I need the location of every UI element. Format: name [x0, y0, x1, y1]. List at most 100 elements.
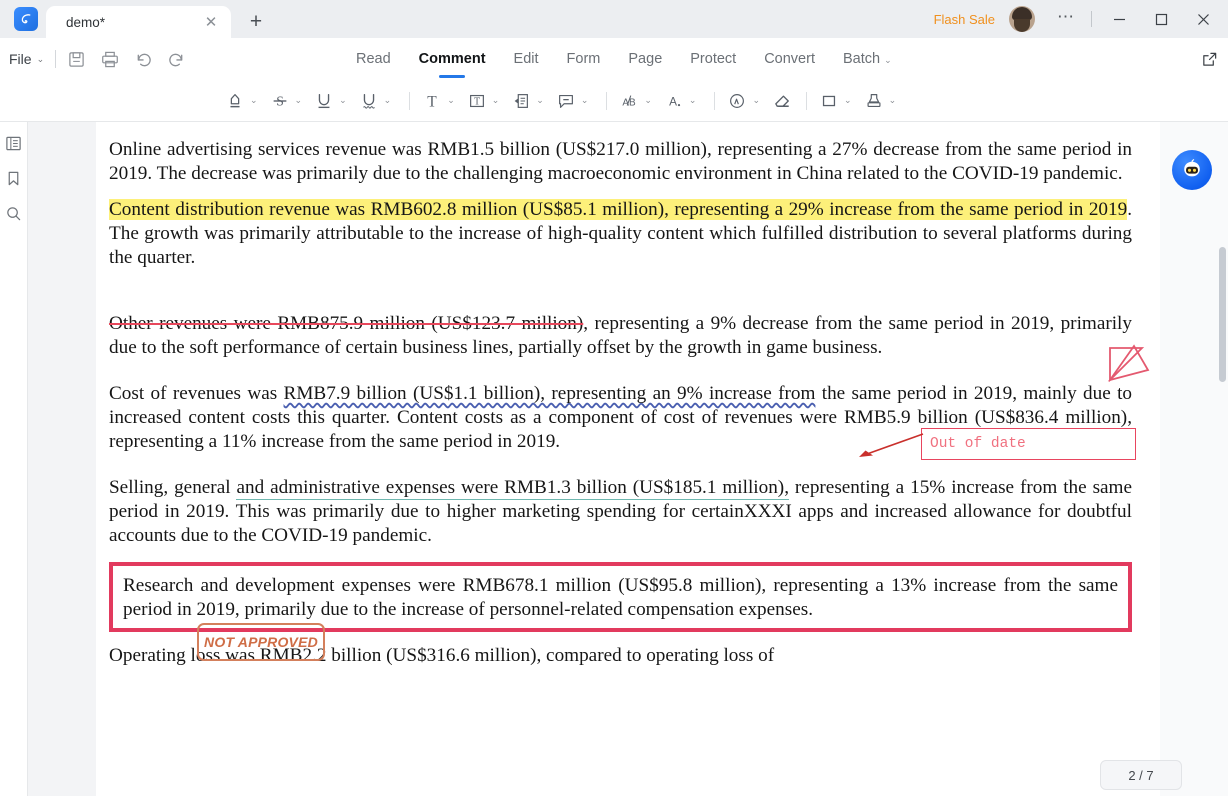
comment-tool[interactable]: ⌄ — [553, 86, 596, 116]
chevron-down-icon: ⌄ — [536, 95, 544, 105]
chevron-down-icon: ⌄ — [884, 55, 892, 65]
vertical-scrollbar[interactable] — [1219, 247, 1226, 382]
text-run: Online advertising services revenue was … — [109, 139, 1132, 184]
highlighted-text-annotation[interactable]: Content distribution revenue was RMB602.… — [109, 199, 1128, 220]
insert-text-tool[interactable]: A ⌄ — [661, 86, 704, 116]
quick-access-toolbar — [68, 51, 185, 68]
highlight-icon — [222, 88, 248, 114]
eraser-tool[interactable] — [769, 86, 795, 116]
undo-icon[interactable] — [135, 51, 152, 68]
chevron-down-icon: ⌄ — [580, 95, 589, 105]
chevron-down-icon: ⌄ — [250, 95, 258, 105]
svg-text:A: A — [669, 94, 677, 108]
minimize-button[interactable] — [1098, 0, 1140, 38]
print-icon[interactable] — [101, 51, 119, 68]
tab-page[interactable]: Page — [614, 51, 676, 67]
document-tab[interactable]: demo* ✕ — [46, 6, 231, 38]
svg-text:T: T — [474, 96, 480, 107]
divider — [1091, 11, 1092, 27]
bookmark-icon[interactable] — [5, 170, 22, 187]
stamp-tool[interactable]: ⌄ — [861, 86, 904, 116]
right-sidebar — [1160, 122, 1228, 796]
tab-read[interactable]: Read — [342, 51, 405, 67]
tab-comment[interactable]: Comment — [405, 51, 500, 67]
paragraph-online-advertising: Online advertising services revenue was … — [109, 138, 1132, 186]
tab-batch-label: Batch — [842, 51, 881, 67]
page-gutter-left — [28, 122, 96, 796]
strikethrough-icon: S — [267, 88, 293, 114]
ai-assistant-icon[interactable] — [1172, 150, 1212, 190]
paragraph-research-development: Research and development expenses were R… — [123, 575, 1118, 620]
tab-edit[interactable]: Edit — [500, 51, 553, 67]
underline-tool[interactable]: ⌄ — [311, 86, 354, 116]
chevron-down-icon: ⌄ — [294, 95, 303, 105]
thumbnails-icon[interactable] — [5, 135, 22, 152]
flash-sale-link[interactable]: Flash Sale — [934, 12, 995, 27]
maximize-button[interactable] — [1140, 0, 1182, 38]
left-sidebar — [0, 122, 28, 796]
text-box-tool[interactable]: T ⌄ — [464, 86, 507, 116]
chevron-down-icon: ⌄ — [491, 95, 500, 105]
ribbon-tabs: Read Comment Edit Form Page Protect Conv… — [342, 51, 906, 67]
search-icon[interactable] — [5, 205, 22, 222]
more-options-icon[interactable]: ⋯ — [1047, 8, 1085, 25]
paragraph-content-distribution: Content distribution revenue was RMB602.… — [109, 198, 1132, 270]
chevron-down-icon: ⌄ — [383, 95, 392, 105]
chevron-down-icon: ⌄ — [36, 53, 45, 64]
underline-icon — [311, 88, 337, 114]
redo-icon[interactable] — [168, 51, 185, 68]
text-run: Cost of revenues was — [109, 383, 284, 404]
pencil-draw-tool[interactable]: ⌄ — [724, 86, 767, 116]
pencil-draw-icon — [724, 88, 750, 114]
shape-rectangle-tool[interactable]: ⌄ — [816, 86, 859, 116]
document-content: Online advertising services revenue was … — [109, 122, 1132, 680]
tab-convert[interactable]: Convert — [750, 51, 829, 67]
file-menu-label: File — [9, 51, 32, 67]
text-tool[interactable]: T ⌄ — [419, 86, 462, 116]
note-anchor-tool[interactable]: ⌄ — [508, 86, 551, 116]
divider — [714, 91, 716, 110]
expand-external-icon[interactable] — [1201, 51, 1218, 68]
rectangle-icon — [816, 88, 842, 114]
menu-bar: File ⌄ Read Comment Edit Form Page Prote… — [0, 38, 1228, 80]
squiggly-underline-icon — [356, 88, 382, 114]
file-menu-button[interactable]: File ⌄ — [0, 51, 44, 67]
chevron-down-icon: ⌄ — [688, 95, 697, 105]
save-icon[interactable] — [68, 51, 85, 68]
chevron-down-icon: ⌄ — [888, 95, 897, 105]
titlebar-right-group: Flash Sale ⋯ — [934, 0, 1228, 38]
pdf-page[interactable]: Online advertising services revenue was … — [96, 122, 1160, 796]
tab-form[interactable]: Form — [553, 51, 615, 67]
divider — [55, 50, 57, 68]
chevron-down-icon: ⌄ — [447, 95, 455, 105]
eraser-icon — [769, 88, 795, 114]
chevron-down-icon: ⌄ — [844, 95, 852, 105]
close-icon[interactable]: ✕ — [201, 12, 221, 32]
replace-text-icon: AB — [616, 88, 642, 114]
highlight-tool[interactable]: ⌄ — [222, 86, 265, 116]
tab-protect[interactable]: Protect — [676, 51, 750, 67]
underline-annotation[interactable]: and administrative expenses were RMB1.3 … — [236, 477, 789, 500]
comment-icon — [553, 88, 579, 114]
rectangle-shape-annotation[interactable]: Research and development expenses were R… — [109, 562, 1132, 632]
tab-batch[interactable]: Batch ⌄ — [829, 51, 906, 67]
not-approved-stamp-annotation[interactable]: NOT APPROVED — [197, 623, 325, 661]
app-logo-icon — [14, 7, 38, 31]
note-anchor-icon — [508, 88, 534, 114]
replace-text-tool[interactable]: AB ⌄ — [616, 86, 659, 116]
strikethrough-text-annotation[interactable]: Other revenues were RMB875.9 million (US… — [109, 313, 583, 334]
stamp-icon — [861, 88, 887, 114]
svg-text:T: T — [427, 93, 437, 110]
tab-label: demo* — [66, 14, 106, 30]
callout-text-annotation[interactable]: Out of date — [921, 428, 1136, 460]
paragraph-selling-general: Selling, general and administrative expe… — [109, 476, 1132, 548]
text-icon: T — [419, 88, 445, 114]
strikethrough-tool[interactable]: S ⌄ — [267, 86, 310, 116]
avatar[interactable] — [1009, 6, 1035, 32]
new-tab-button[interactable]: + — [241, 6, 271, 36]
workspace: Online advertising services revenue was … — [0, 122, 1228, 796]
squiggly-underline-tool[interactable]: ⌄ — [356, 86, 399, 116]
squiggly-underline-annotation[interactable]: RMB7.9 billion (US$1.1 billion), represe… — [284, 383, 816, 404]
page-indicator[interactable]: 2 / 7 — [1100, 760, 1182, 790]
close-window-button[interactable] — [1182, 0, 1224, 38]
